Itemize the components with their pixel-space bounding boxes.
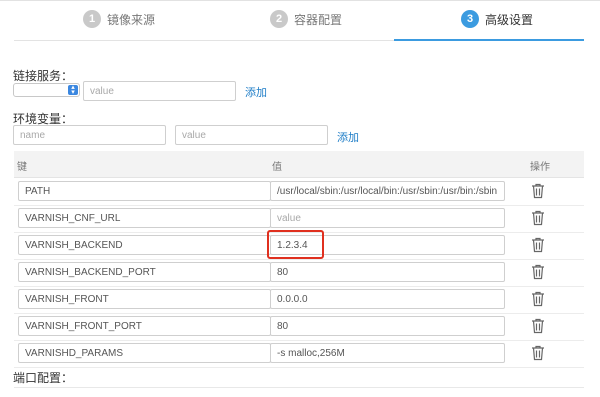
env-value-input[interactable]	[175, 125, 328, 145]
trash-icon[interactable]	[531, 210, 545, 226]
env-key-input[interactable]	[18, 316, 271, 336]
env-key-input[interactable]	[18, 262, 271, 282]
select-arrows-icon: ▴ ▾	[68, 84, 78, 96]
link-service-value-input[interactable]	[83, 81, 236, 101]
step-number: 2	[270, 10, 288, 28]
env-key-input[interactable]	[18, 343, 271, 363]
env-key-input[interactable]	[18, 181, 271, 201]
step-image-source[interactable]: 1 镜像来源	[83, 9, 155, 29]
step-container-config[interactable]: 2 容器配置	[270, 9, 342, 29]
trash-icon[interactable]	[531, 237, 545, 253]
port-config-label: 端口配置：	[13, 371, 74, 385]
link-service-add-button[interactable]: 添加	[245, 84, 267, 100]
link-service-label: 链接服务：	[13, 69, 74, 83]
env-key-input[interactable]	[18, 208, 271, 228]
env-value-input[interactable]	[270, 289, 505, 309]
env-value-input[interactable]	[270, 316, 505, 336]
step-label: 高级设置	[485, 12, 534, 27]
trash-icon[interactable]	[531, 183, 545, 199]
step-advanced-settings[interactable]: 3 高级设置	[461, 9, 533, 29]
link-service-select[interactable]: ▴ ▾	[13, 83, 80, 97]
table-header: 键 值 操作	[14, 151, 584, 178]
env-key-input[interactable]	[18, 289, 271, 309]
table-row	[14, 340, 584, 368]
env-name-input[interactable]	[13, 125, 166, 145]
trash-icon[interactable]	[531, 345, 545, 361]
annotation-highlight-box	[267, 230, 324, 259]
env-value-input[interactable]	[270, 181, 505, 201]
step-number: 3	[461, 10, 479, 28]
trash-icon[interactable]	[531, 318, 545, 334]
env-value-input[interactable]	[270, 262, 505, 282]
step-number: 1	[83, 10, 101, 28]
column-key: 键	[17, 162, 27, 173]
table-row	[14, 259, 584, 287]
table-row	[14, 205, 584, 233]
step-label: 镜像来源	[107, 12, 156, 27]
table-row	[14, 178, 584, 206]
trash-icon[interactable]	[531, 291, 545, 307]
step-wizard: 1 镜像来源 2 容器配置 3 高级设置	[14, 1, 584, 41]
section-divider	[14, 387, 584, 388]
env-value-input[interactable]	[270, 343, 505, 363]
env-value-input[interactable]	[270, 208, 505, 228]
trash-icon[interactable]	[531, 264, 545, 280]
column-action: 操作	[530, 162, 550, 173]
table-row	[14, 313, 584, 341]
env-add-button[interactable]: 添加	[337, 129, 359, 145]
column-value: 值	[272, 162, 282, 173]
step-label: 容器配置	[294, 12, 343, 27]
active-step-indicator	[394, 39, 584, 41]
env-key-input[interactable]	[18, 235, 271, 255]
table-row	[14, 286, 584, 314]
